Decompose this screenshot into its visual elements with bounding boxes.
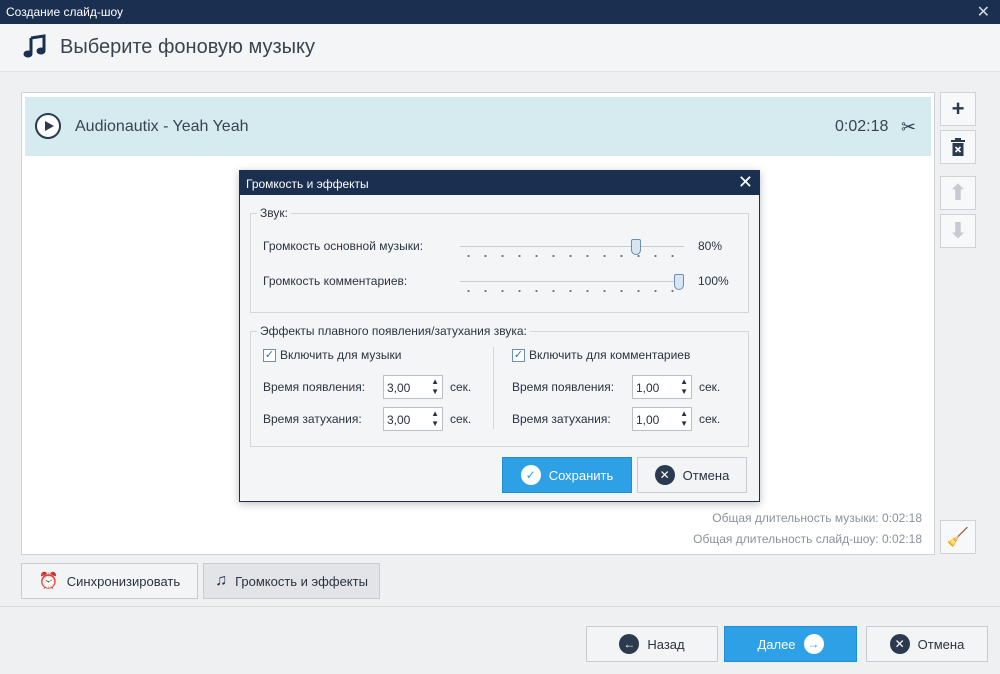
comments-fadeout-value: 1,00 <box>636 413 660 427</box>
music-fadeout-unit: сек. <box>450 412 472 426</box>
sound-group <box>250 213 749 313</box>
music-note-icon <box>23 34 46 58</box>
volume-effects-label: Громкость и эффекты <box>235 573 368 589</box>
comment-volume-value: 100% <box>698 274 729 288</box>
sync-label: Синхронизировать <box>66 573 181 589</box>
add-track-button[interactable]: + <box>940 92 976 126</box>
dialog-save-label: Сохранить <box>548 467 614 483</box>
music-fadeout-value: 3,00 <box>387 413 411 427</box>
volume-effects-dialog: Громкость и эффекты ✕ Звук: Громкость ос… <box>239 170 760 502</box>
comments-fadein-value: 1,00 <box>636 381 660 395</box>
stepper-arrows-icon[interactable]: ▲ ▼ <box>431 377 439 397</box>
next-button[interactable]: Далее → <box>724 626 857 662</box>
arrow-right-icon: → <box>803 634 824 654</box>
dialog-cancel-button[interactable]: ✕ Отмена <box>637 457 747 493</box>
music-note-icon: ♫ <box>215 572 228 589</box>
main-volume-slider[interactable] <box>460 239 684 261</box>
music-fadein-unit: сек. <box>450 380 472 394</box>
alarm-clock-icon: ⏰ <box>38 573 59 590</box>
dialog-title: Громкость и эффекты <box>246 177 369 191</box>
sync-button[interactable]: ⏰ Синхронизировать <box>21 563 198 599</box>
cancel-button[interactable]: ✕ Отмена <box>866 626 988 662</box>
play-icon[interactable] <box>35 113 61 139</box>
main-volume-thumb[interactable] <box>631 239 642 255</box>
comments-fadein-label: Время появления: <box>512 380 615 394</box>
dialog-close-icon[interactable]: ✕ <box>738 172 753 193</box>
comment-volume-thumb[interactable] <box>674 274 684 290</box>
window-titlebar: Создание слайд-шоу ✕ <box>0 0 1000 24</box>
close-icon: ✕ <box>889 634 910 654</box>
dialog-titlebar: Громкость и эффекты ✕ <box>240 171 759 195</box>
arrow-up-icon: ⬆ <box>948 180 968 205</box>
comment-volume-slider[interactable] <box>460 274 684 296</box>
comments-fadeout-label: Время затухания: <box>512 412 611 426</box>
column-divider <box>493 347 494 429</box>
clear-button[interactable]: 🧹 <box>940 520 976 554</box>
sound-group-legend: Звук: <box>257 206 291 220</box>
divider <box>0 606 1000 607</box>
arrow-left-icon: ← <box>619 634 640 654</box>
volume-effects-button[interactable]: ♫ Громкость и эффекты <box>203 563 380 599</box>
fade-group-legend: Эффекты плавного появления/затухания зву… <box>257 324 530 338</box>
arrow-down-icon: ⬇ <box>948 218 968 243</box>
back-label: Назад <box>647 636 685 652</box>
track-duration: 0:02:18 <box>835 118 889 135</box>
comment-volume-label: Громкость комментариев: <box>263 274 408 288</box>
cancel-label: Отмена <box>917 636 965 652</box>
comments-fade-checkbox[interactable]: ✓ <box>512 349 525 362</box>
scissors-icon[interactable]: ✂ <box>901 117 916 138</box>
stepper-arrows-icon[interactable]: ▲ ▼ <box>680 377 688 397</box>
stepper-arrows-icon[interactable]: ▲ ▼ <box>680 409 688 429</box>
page-title: Выберите фоновую музыку <box>60 36 315 58</box>
music-fadein-value: 3,00 <box>387 381 411 395</box>
window-title: Создание слайд-шоу <box>6 5 123 19</box>
comments-fade-label: Включить для комментариев <box>529 348 691 362</box>
plus-icon: + <box>951 96 965 121</box>
trash-icon <box>951 138 965 156</box>
move-down-button[interactable]: ⬇ <box>940 214 976 248</box>
music-fade-label: Включить для музыки <box>280 348 402 362</box>
window-close-button[interactable]: ✕ <box>977 2 990 22</box>
broom-icon: 🧹 <box>946 526 970 547</box>
track-name: Audionautix - Yeah Yeah <box>75 118 249 135</box>
slideshow-total-duration: Общая длительность слайд-шоу: 0:02:18 <box>693 532 922 546</box>
dialog-cancel-label: Отмена <box>682 467 730 483</box>
main-volume-label: Громкость основной музыки: <box>263 239 424 253</box>
page-header: Выберите фоновую музыку <box>0 24 1000 72</box>
comments-fadeout-stepper[interactable]: 1,00 ▲ ▼ <box>632 407 692 431</box>
music-fadeout-stepper[interactable]: 3,00 ▲ ▼ <box>383 407 443 431</box>
music-fadeout-label: Время затухания: <box>263 412 362 426</box>
music-fadein-stepper[interactable]: 3,00 ▲ ▼ <box>383 375 443 399</box>
music-fadein-label: Время появления: <box>263 380 366 394</box>
stepper-arrows-icon[interactable]: ▲ ▼ <box>431 409 439 429</box>
main-volume-value: 80% <box>698 239 723 253</box>
checkmark-icon: ✓ <box>520 465 541 485</box>
music-total-duration: Общая длительность музыки: 0:02:18 <box>712 511 922 525</box>
dialog-save-button[interactable]: ✓ Сохранить <box>502 457 632 493</box>
next-label: Далее <box>757 636 796 652</box>
close-icon: ✕ <box>654 465 675 485</box>
delete-track-button[interactable] <box>940 130 976 164</box>
comments-fadeout-unit: сек. <box>699 412 721 426</box>
music-fade-checkbox[interactable]: ✓ <box>263 349 276 362</box>
back-button[interactable]: ← Назад <box>586 626 718 662</box>
comments-fadein-unit: сек. <box>699 380 721 394</box>
comments-fadein-stepper[interactable]: 1,00 ▲ ▼ <box>632 375 692 399</box>
move-up-button[interactable]: ⬆ <box>940 176 976 210</box>
track-row[interactable]: Audionautix - Yeah Yeah 0:02:18 ✂ <box>25 97 931 156</box>
